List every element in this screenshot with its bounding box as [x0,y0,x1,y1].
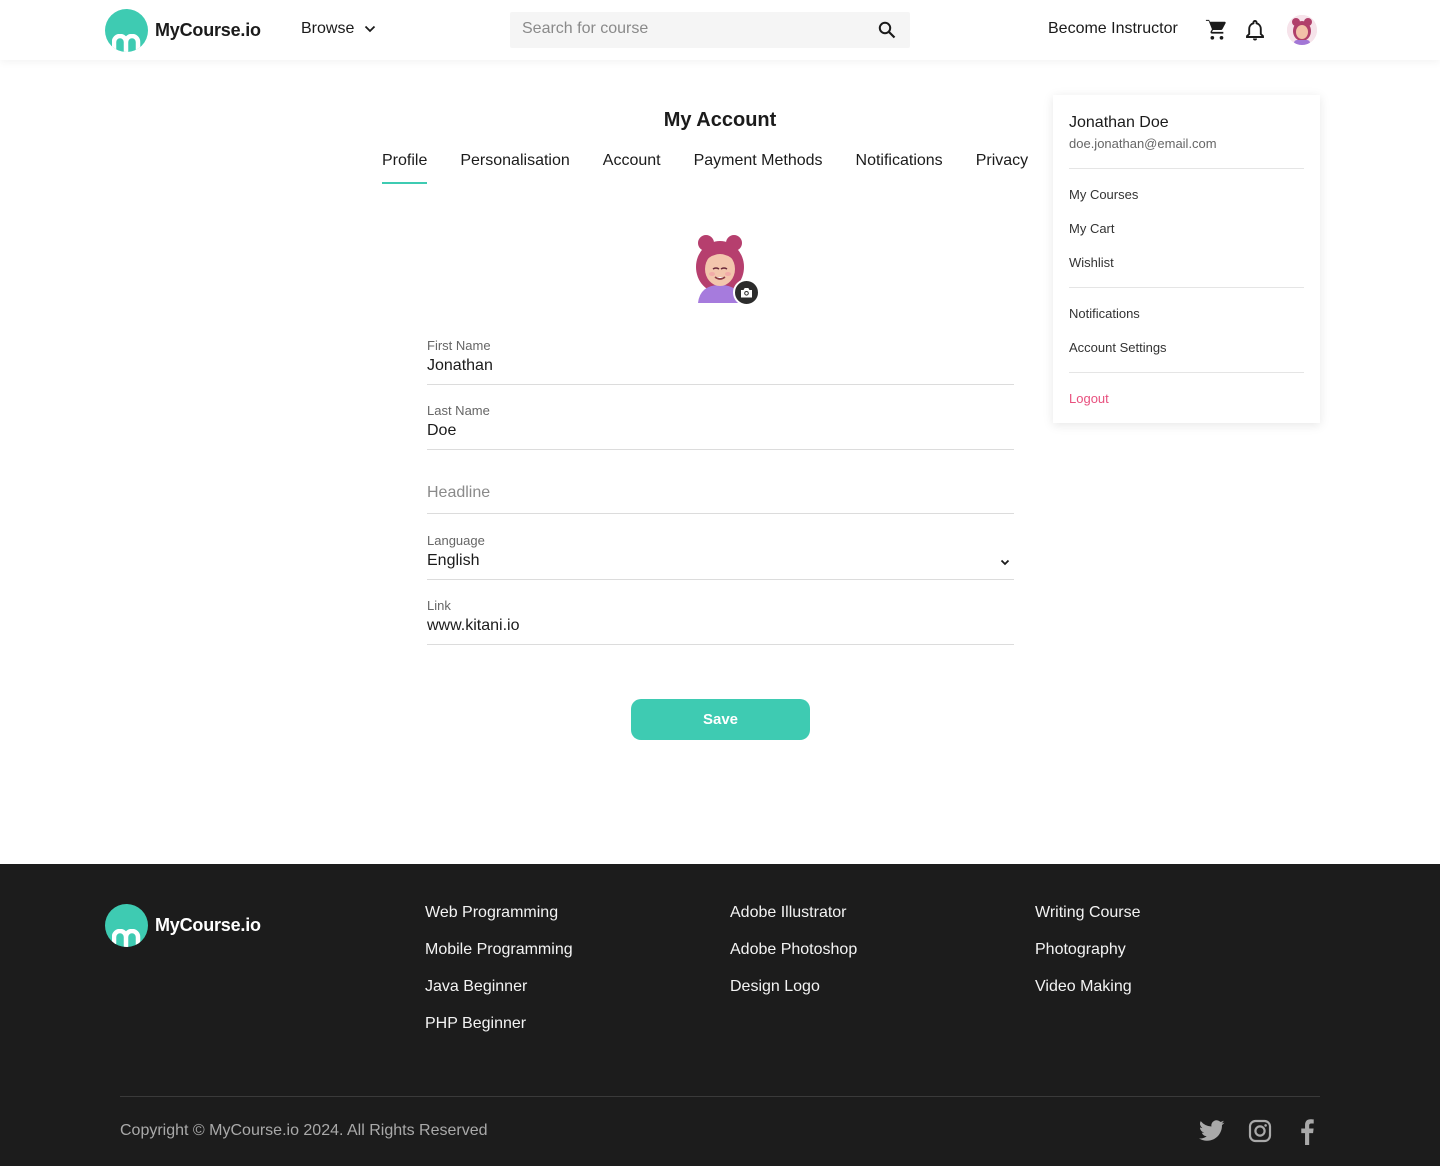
brand-logo[interactable]: MyCourse.io [105,9,261,52]
footer-link[interactable]: Writing Course [1035,904,1141,941]
last-name-label: Last Name [427,403,490,418]
top-navbar: MyCourse.io Browse Become Instructor [0,0,1440,60]
tab-account[interactable]: Account [603,152,661,184]
user-email: doe.jonathan@email.com [1069,136,1217,151]
bell-icon[interactable] [1245,19,1265,41]
language-value: English [427,552,480,569]
footer-link[interactable]: PHP Beginner [425,1015,573,1052]
browse-menu[interactable]: Browse [301,20,376,38]
footer-link[interactable]: Photography [1035,941,1141,978]
last-name-value: Doe [427,422,457,439]
footer-column-design: Adobe Illustrator Adobe Photoshop Design… [730,904,857,1015]
logo-icon [105,904,148,947]
footer-link[interactable]: Adobe Photoshop [730,941,857,978]
user-name: Jonathan Doe [1069,114,1169,131]
search-input[interactable] [522,20,862,38]
change-photo-button[interactable] [733,279,760,306]
language-label: Language [427,533,485,548]
brand-name: MyCourse.io [155,20,261,40]
chevron-down-icon [1000,559,1010,566]
twitter-icon[interactable] [1199,1119,1225,1143]
instagram-icon[interactable] [1248,1119,1272,1143]
camera-icon [741,288,752,298]
save-button[interactable]: Save [631,699,810,740]
last-name-field[interactable]: Last Name Doe [427,401,1014,450]
divider [1069,287,1304,288]
footer-link[interactable]: Adobe Illustrator [730,904,857,941]
account-tabs: Profile Personalisation Account Payment … [382,140,1054,190]
tab-payment-methods[interactable]: Payment Methods [694,152,823,184]
cart-icon[interactable] [1205,19,1227,41]
footer-link[interactable]: Video Making [1035,978,1141,1015]
menu-item-account-settings[interactable]: Account Settings [1069,340,1167,355]
copyright-text: Copyright © MyCourse.io 2024. All Rights… [120,1122,488,1139]
footer-link[interactable]: Design Logo [730,978,857,1015]
become-instructor-link[interactable]: Become Instructor [1048,20,1178,38]
footer-link[interactable]: Web Programming [425,904,573,941]
footer-logo[interactable]: MyCourse.io [105,904,261,947]
language-select[interactable]: Language English [427,531,1014,580]
footer: MyCourse.io Web Programming Mobile Progr… [0,864,1440,1166]
footer-column-programming: Web Programming Mobile Programming Java … [425,904,573,1052]
link-label: Link [427,598,451,613]
headline-placeholder: Headline [427,484,491,501]
divider [1069,168,1304,169]
footer-column-creative: Writing Course Photography Video Making [1035,904,1141,1015]
menu-item-my-courses[interactable]: My Courses [1069,187,1138,202]
user-dropdown-menu: Jonathan Doe doe.jonathan@email.com My C… [1053,95,1320,423]
footer-divider [120,1096,1320,1097]
first-name-value: Jonathan [427,357,493,374]
chevron-down-icon [365,25,376,33]
menu-item-notifications[interactable]: Notifications [1069,306,1140,321]
logo-icon [105,9,148,52]
tab-privacy[interactable]: Privacy [976,152,1028,184]
first-name-label: First Name [427,338,491,353]
avatar[interactable] [1287,15,1317,45]
headline-field[interactable]: Headline [427,466,1014,514]
link-field[interactable]: Link www.kitani.io [427,596,1014,645]
first-name-field[interactable]: First Name Jonathan [427,336,1014,385]
divider [1069,372,1304,373]
link-value: www.kitani.io [427,617,520,634]
search-bar [510,12,910,48]
browse-label: Browse [301,20,355,37]
menu-item-my-cart[interactable]: My Cart [1069,221,1115,236]
facebook-icon[interactable] [1300,1119,1314,1145]
search-icon[interactable] [878,21,896,39]
tab-profile[interactable]: Profile [382,152,428,184]
menu-item-wishlist[interactable]: Wishlist [1069,255,1114,270]
tab-personalisation[interactable]: Personalisation [460,152,569,184]
footer-link[interactable]: Mobile Programming [425,941,573,978]
tab-notifications[interactable]: Notifications [856,152,943,184]
footer-link[interactable]: Java Beginner [425,978,573,1015]
brand-name: MyCourse.io [155,915,261,935]
logout-button[interactable]: Logout [1069,391,1109,406]
